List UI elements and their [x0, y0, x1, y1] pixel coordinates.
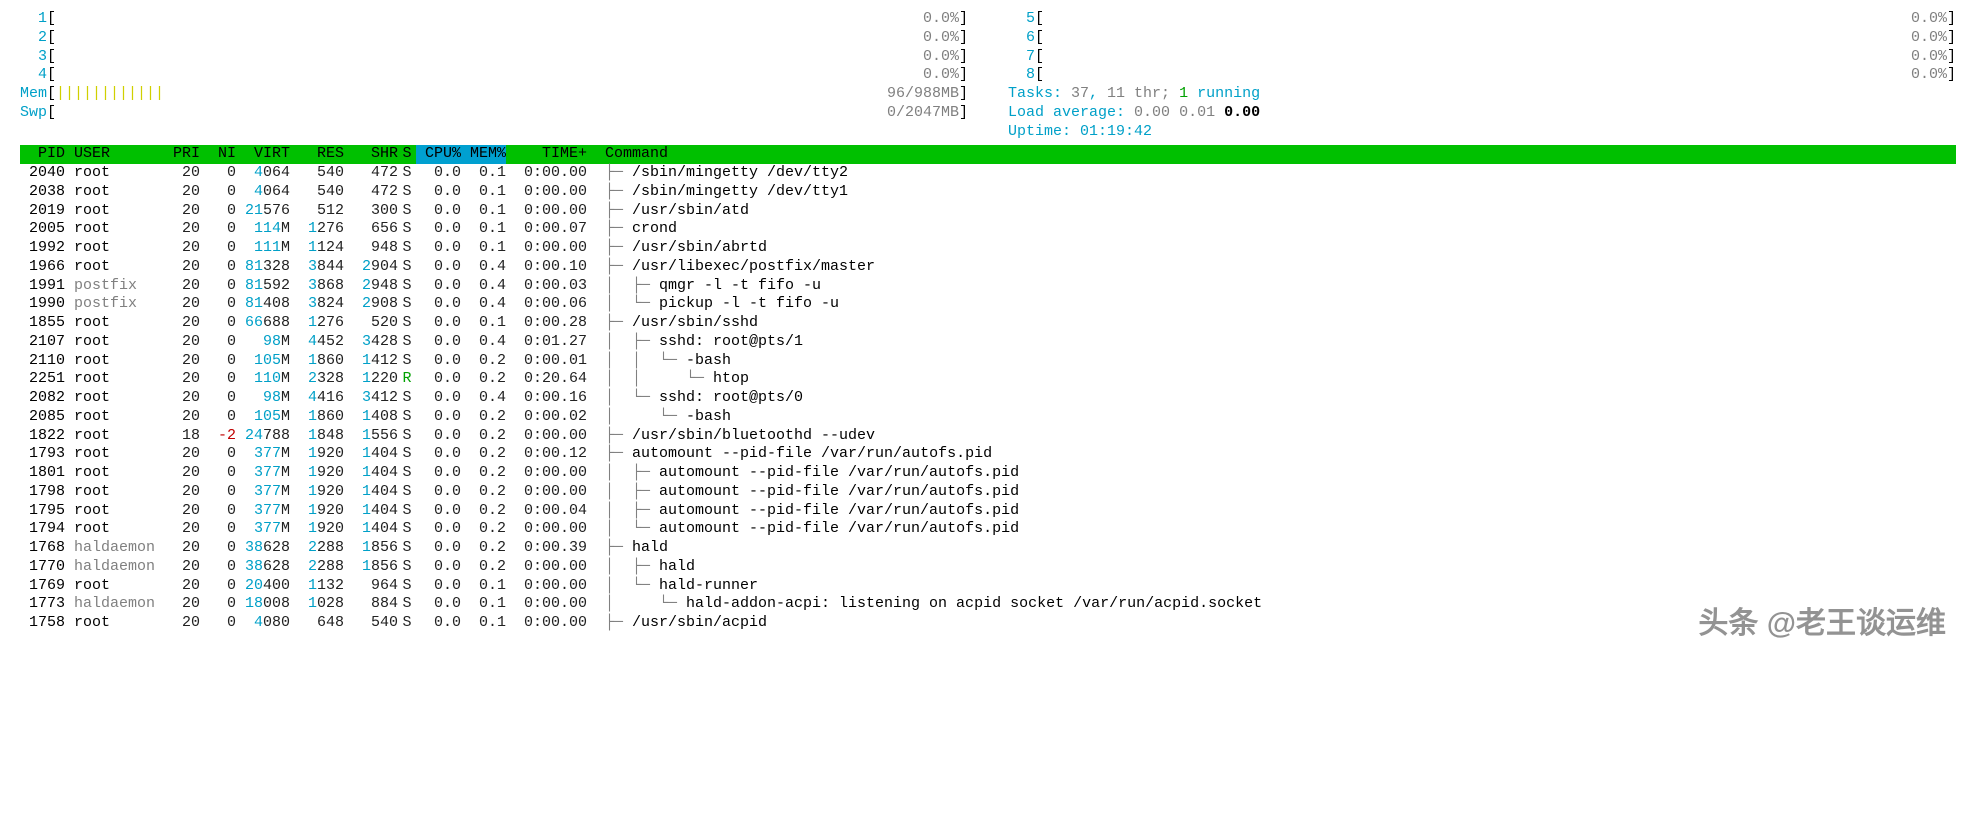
uptime-line: Uptime: 01:19:42 — [1008, 123, 1956, 142]
process-row[interactable]: 2005 root 20 0 114M 1276 656 S 0.0 0.1 0… — [20, 220, 1956, 239]
cpu-meter-3: 3 [0.0%] — [20, 48, 968, 67]
process-row[interactable]: 2251 root 20 0 110M 2328 1220 R 0.0 0.2 … — [20, 370, 1956, 389]
process-row[interactable]: 1773 haldaemon 20 0 18008 1028 884 S 0.0… — [20, 595, 1956, 614]
col-ni[interactable]: NI — [200, 145, 236, 164]
cpu-meter-2: 2 [0.0%] — [20, 29, 968, 48]
process-row[interactable]: 1769 root 20 0 20400 1132 964 S 0.0 0.1 … — [20, 577, 1956, 596]
col-virt[interactable]: VIRT — [236, 145, 290, 164]
cpu-meter-4: 4 [0.0%] — [20, 66, 968, 85]
process-row[interactable]: 1991 postfix 20 0 81592 3868 2948 S 0.0 … — [20, 277, 1956, 296]
swap-meter: Swp [0/2047MB] — [20, 104, 968, 123]
col-command[interactable]: Command — [587, 145, 668, 164]
process-row[interactable]: 1966 root 20 0 81328 3844 2904 S 0.0 0.4… — [20, 258, 1956, 277]
process-row[interactable]: 1990 postfix 20 0 81408 3824 2908 S 0.0 … — [20, 295, 1956, 314]
process-row[interactable]: 1793 root 20 0 377M 1920 1404 S 0.0 0.2 … — [20, 445, 1956, 464]
cpu-meter-8: 8 [0.0%] — [1008, 66, 1956, 85]
cpu-meter-7: 7 [0.0%] — [1008, 48, 1956, 67]
process-row[interactable]: 1992 root 20 0 111M 1124 948 S 0.0 0.1 0… — [20, 239, 1956, 258]
process-table[interactable]: 2040 root 20 0 4064 540 472 S 0.0 0.1 0:… — [20, 164, 1956, 633]
col-mem[interactable]: MEM% — [461, 145, 506, 164]
process-row[interactable]: 2110 root 20 0 105M 1860 1412 S 0.0 0.2 … — [20, 352, 1956, 371]
process-row[interactable]: 2085 root 20 0 105M 1860 1408 S 0.0 0.2 … — [20, 408, 1956, 427]
process-row[interactable]: 1768 haldaemon 20 0 38628 2288 1856 S 0.… — [20, 539, 1956, 558]
process-row[interactable]: 1822 root 18 -2 24788 1848 1556 S 0.0 0.… — [20, 427, 1956, 446]
col-user[interactable]: USER — [65, 145, 164, 164]
col-cpu[interactable]: CPU% — [416, 145, 461, 164]
cpu-meter-5: 5 [0.0%] — [1008, 10, 1956, 29]
tasks-line: Tasks: 37, 11 thr; 1 running — [1008, 85, 1956, 104]
load-line: Load average: 0.00 0.01 0.00 — [1008, 104, 1956, 123]
col-pri[interactable]: PRI — [164, 145, 200, 164]
process-row[interactable]: 1801 root 20 0 377M 1920 1404 S 0.0 0.2 … — [20, 464, 1956, 483]
col-time[interactable]: TIME+ — [506, 145, 587, 164]
process-row[interactable]: 1794 root 20 0 377M 1920 1404 S 0.0 0.2 … — [20, 520, 1956, 539]
process-row[interactable]: 1855 root 20 0 66688 1276 520 S 0.0 0.1 … — [20, 314, 1956, 333]
cpu-meter-6: 6 [0.0%] — [1008, 29, 1956, 48]
col-pid[interactable]: PID — [20, 145, 65, 164]
process-row[interactable]: 2107 root 20 0 98M 4452 3428 S 0.0 0.4 0… — [20, 333, 1956, 352]
cpu-meter-1: 1 [0.0%] — [20, 10, 968, 29]
col-res[interactable]: RES — [290, 145, 344, 164]
cpu-meters-right: 5 [0.0%] 6 [0.0%] 7 [0.0%] 8 [0.0%] Task… — [1008, 10, 1956, 141]
process-row[interactable]: 1795 root 20 0 377M 1920 1404 S 0.0 0.2 … — [20, 502, 1956, 521]
process-row[interactable]: 1798 root 20 0 377M 1920 1404 S 0.0 0.2 … — [20, 483, 1956, 502]
col-shr[interactable]: SHR — [344, 145, 398, 164]
process-row[interactable]: 2019 root 20 0 21576 512 300 S 0.0 0.1 0… — [20, 202, 1956, 221]
cpu-meters-left: 1 [0.0%] 2 [0.0%] 3 [0.0%] 4 [0.0%] Mem … — [20, 10, 968, 141]
mem-meter: Mem [||||||||||||96/988MB] — [20, 85, 968, 104]
process-row[interactable]: 1770 haldaemon 20 0 38628 2288 1856 S 0.… — [20, 558, 1956, 577]
col-state[interactable]: S — [398, 145, 416, 164]
process-row[interactable]: 2038 root 20 0 4064 540 472 S 0.0 0.1 0:… — [20, 183, 1956, 202]
process-row[interactable]: 2082 root 20 0 98M 4416 3412 S 0.0 0.4 0… — [20, 389, 1956, 408]
meters-section: 1 [0.0%] 2 [0.0%] 3 [0.0%] 4 [0.0%] Mem … — [20, 10, 1956, 141]
process-header[interactable]: PID USER PRI NI VIRT RES SHR S CPU% MEM%… — [20, 145, 1956, 164]
process-row[interactable]: 1758 root 20 0 4080 648 540 S 0.0 0.1 0:… — [20, 614, 1956, 633]
process-row[interactable]: 2040 root 20 0 4064 540 472 S 0.0 0.1 0:… — [20, 164, 1956, 183]
